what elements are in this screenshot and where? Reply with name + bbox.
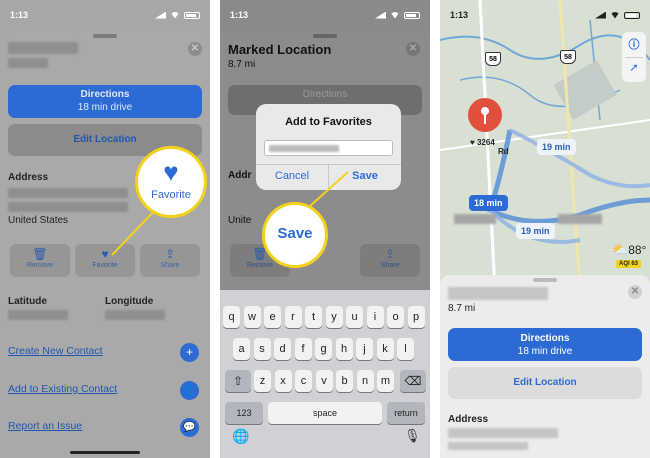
- save-callout: Save: [262, 202, 328, 268]
- return-key[interactable]: return: [387, 402, 425, 424]
- key-b[interactable]: b: [336, 370, 353, 392]
- key-o[interactable]: o: [387, 306, 404, 328]
- directions-button[interactable]: Directions 18 min drive: [448, 328, 642, 361]
- keyboard: qwertyuiop asdfghjkl zxcvbnm ⇧ ⌫ 123 spa…: [220, 290, 430, 458]
- road-shield: 58: [560, 50, 576, 64]
- cloud-sun-icon: ⛅: [612, 242, 629, 257]
- key-k[interactable]: k: [376, 338, 394, 360]
- heart-icon-large: ♥: [163, 157, 179, 187]
- info-icon[interactable]: ⓘ: [622, 36, 646, 52]
- aqi-badge: AQI 63: [616, 260, 642, 268]
- key-z[interactable]: z: [254, 370, 271, 392]
- edit-location-button[interactable]: Edit Location: [448, 367, 642, 399]
- key-v[interactable]: v: [315, 370, 333, 392]
- heart-icon: ♥: [470, 138, 477, 147]
- key-n[interactable]: n: [356, 370, 374, 392]
- weather-widget: ⛅88°: [612, 242, 647, 257]
- pin-sublabel: Rd: [498, 147, 509, 156]
- space-key[interactable]: space: [268, 402, 382, 424]
- key-a[interactable]: a: [233, 338, 250, 360]
- status-bar: 1:13: [450, 8, 640, 22]
- key-y[interactable]: y: [325, 306, 343, 328]
- key-i[interactable]: i: [366, 306, 384, 328]
- backspace-key[interactable]: ⌫: [400, 370, 426, 392]
- key-h[interactable]: h: [335, 338, 353, 360]
- callout-line: [111, 204, 161, 256]
- panel-add-favorite: 1:13 Marked Location 8.7 mi ✕ Directions…: [220, 0, 430, 458]
- key-j[interactable]: j: [356, 338, 373, 360]
- key-e[interactable]: e: [264, 306, 281, 328]
- key-u[interactable]: u: [346, 306, 363, 328]
- redacted-address: [448, 428, 558, 438]
- shift-key[interactable]: ⇧: [225, 370, 251, 392]
- route-time-pill[interactable]: 19 min: [516, 223, 555, 239]
- globe-icon[interactable]: 🌐: [232, 428, 249, 445]
- pin-label: ♥ 3264: [470, 138, 495, 147]
- location-arrow-icon[interactable]: ➚: [622, 61, 646, 74]
- key-f[interactable]: f: [294, 338, 312, 360]
- address-label: Address: [448, 414, 489, 425]
- redacted-title: [448, 287, 548, 300]
- battery-icon: [624, 11, 640, 19]
- key-w[interactable]: w: [243, 306, 261, 328]
- wifi-icon: [610, 11, 620, 19]
- marked-location-pin[interactable]: [468, 98, 502, 132]
- microphone-icon[interactable]: 🎙: [404, 428, 421, 444]
- sheet-grabber[interactable]: [533, 278, 557, 282]
- route-time-pill[interactable]: 19 min: [537, 139, 576, 155]
- close-icon[interactable]: ✕: [628, 285, 642, 299]
- key-t[interactable]: t: [305, 306, 322, 328]
- map-controls: ⓘ ➚: [622, 32, 646, 82]
- road-shield: 58: [485, 52, 501, 66]
- key-m[interactable]: m: [377, 370, 394, 392]
- redacted-address: [448, 442, 528, 450]
- place-card: 8.7 mi ✕ Directions 18 min drive Edit Lo…: [440, 275, 650, 458]
- panel-location-details: 1:13 ✕ Directions 18 min drive Edit Loca…: [0, 0, 210, 458]
- redacted-map-label: [454, 214, 496, 224]
- key-s[interactable]: s: [253, 338, 271, 360]
- place-distance: 8.7 mi: [448, 303, 476, 314]
- key-r[interactable]: r: [284, 306, 302, 328]
- key-x[interactable]: x: [274, 370, 292, 392]
- panel-map-view: 1:13 58 58 ⓘ ➚ ♥ 3264 Rd 19 min 18 min 1…: [440, 0, 650, 458]
- signal-icon: [595, 11, 606, 19]
- key-p[interactable]: p: [407, 306, 425, 328]
- key-d[interactable]: d: [274, 338, 291, 360]
- key-c[interactable]: c: [295, 370, 312, 392]
- route-time-pill-selected[interactable]: 18 min: [469, 195, 508, 211]
- redacted-map-label: [558, 214, 602, 224]
- favorite-callout: ♥ Favorite: [135, 146, 207, 218]
- key-l[interactable]: l: [397, 338, 414, 360]
- home-indicator: [70, 451, 140, 454]
- numbers-key[interactable]: 123: [225, 402, 263, 424]
- key-g[interactable]: g: [315, 338, 332, 360]
- key-q[interactable]: q: [223, 306, 240, 328]
